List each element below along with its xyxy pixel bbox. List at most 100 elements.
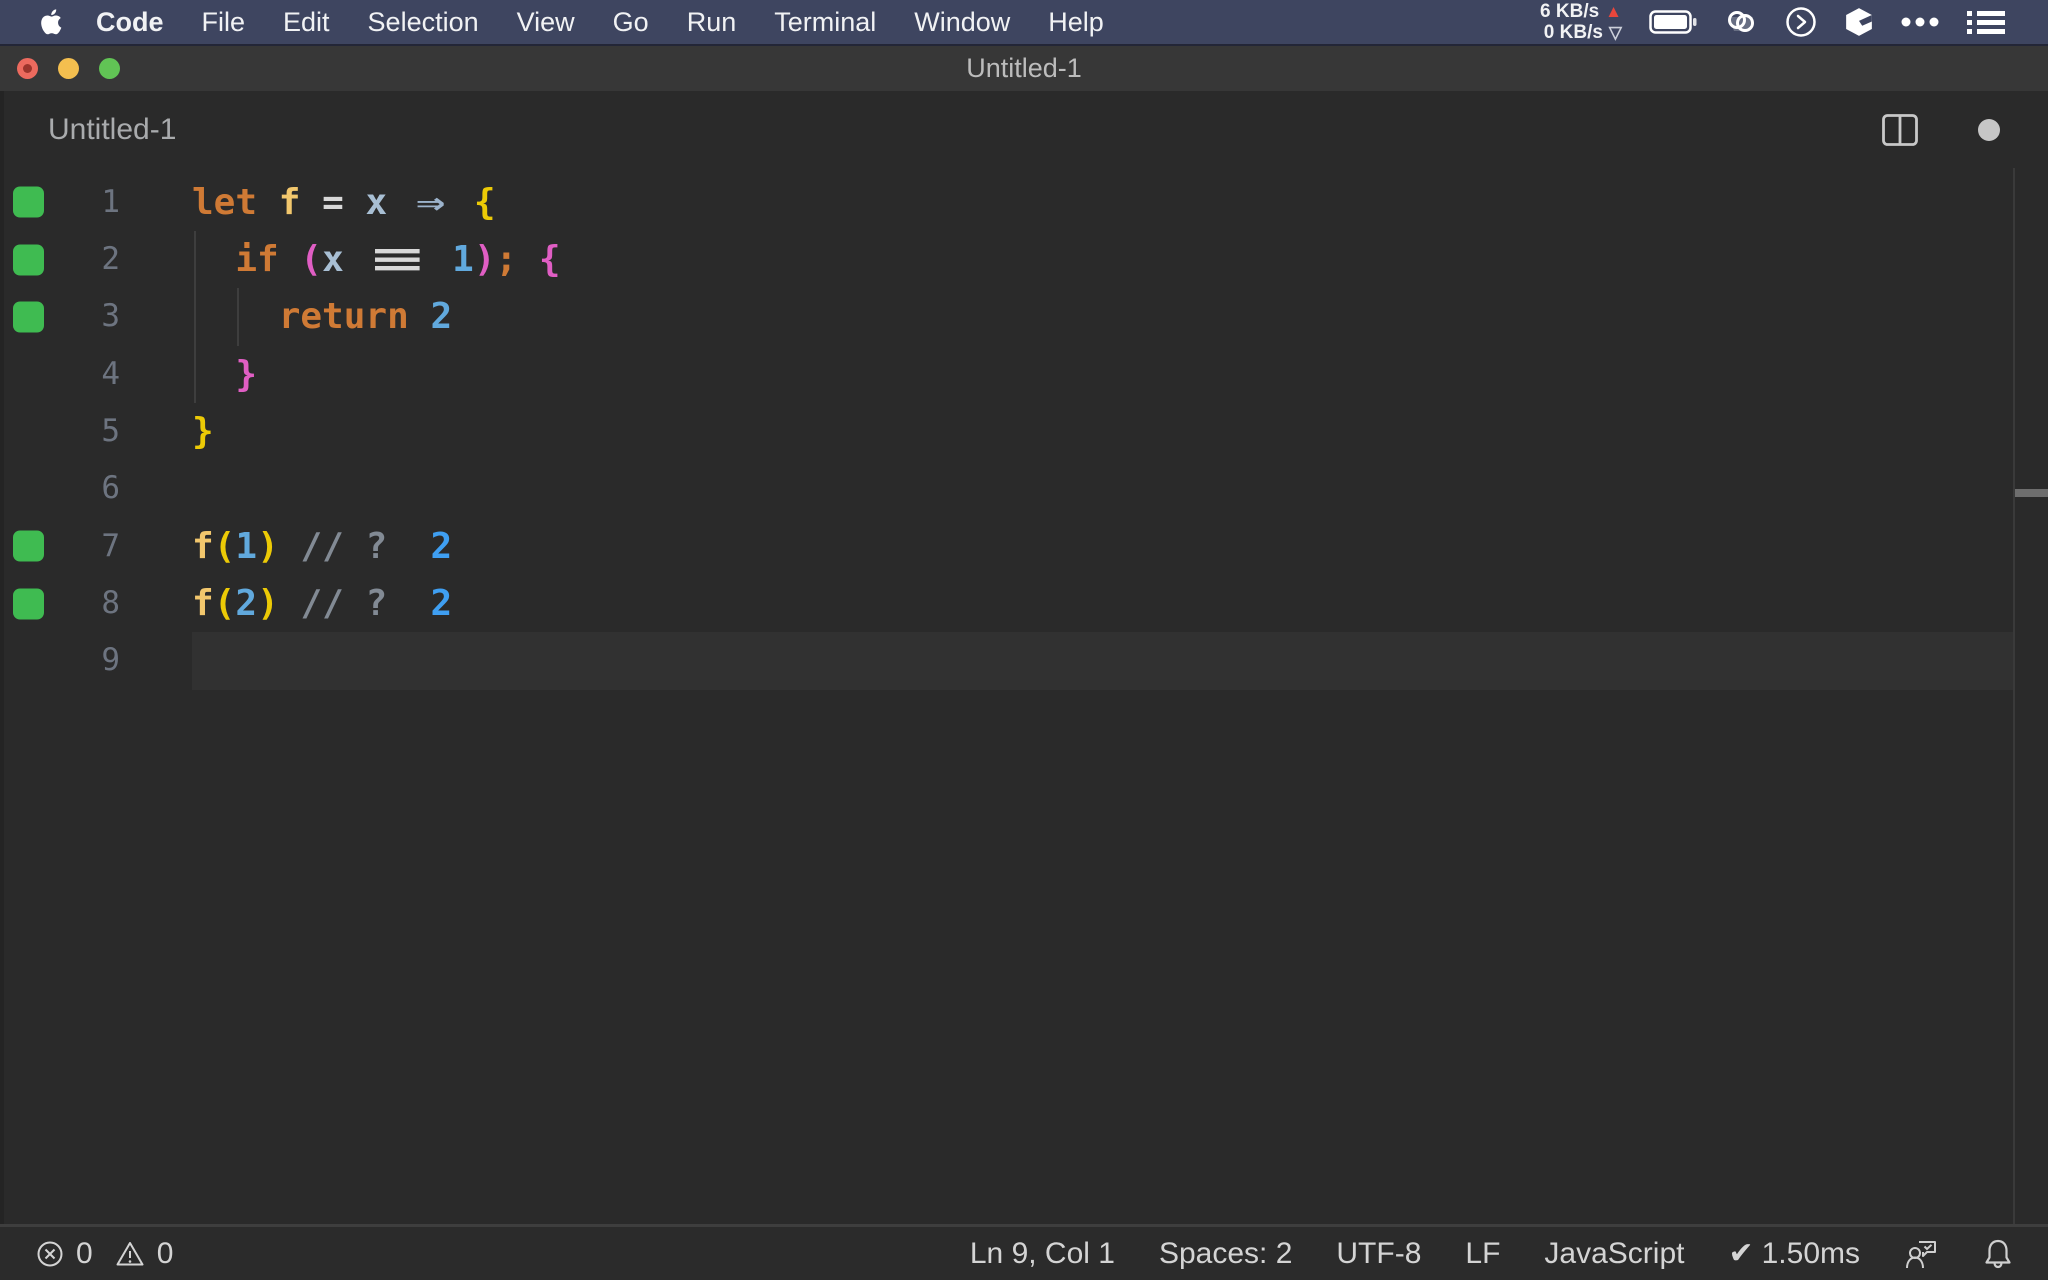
code-line-6[interactable]: 6	[0, 460, 2048, 517]
statusbar: 0 0 Ln 9, Col 1 Spaces: 2 UTF-8 LF JavaScrip…	[0, 1224, 2048, 1280]
menu-window[interactable]: Window	[895, 7, 1029, 38]
menu-go[interactable]: Go	[594, 7, 668, 38]
quokka-time: 1.50ms	[1761, 1236, 1860, 1270]
terminal-circle-icon[interactable]	[1785, 6, 1817, 38]
code-line-7[interactable]: 7 f(1) // ? 2	[0, 518, 2048, 575]
menu-code[interactable]: Code	[77, 7, 183, 38]
cube-icon[interactable]	[1844, 7, 1874, 37]
code-token: )	[257, 525, 279, 567]
network-down-arrow-icon: ▽	[1608, 23, 1622, 42]
statusbar-right: Ln 9, Col 1 Spaces: 2 UTF-8 LF JavaScript ✔ …	[970, 1236, 2048, 1271]
code-line-content: }	[192, 403, 214, 460]
code-token: 2	[235, 582, 258, 624]
overview-ruler-cursor-mark	[2015, 489, 2048, 497]
menu-terminal[interactable]: Terminal	[755, 7, 895, 38]
warning-count: 0	[156, 1236, 174, 1270]
network-down-value: 0 KB/s	[1543, 22, 1603, 43]
code-token: 2	[430, 582, 453, 624]
menu-edit[interactable]: Edit	[264, 7, 349, 38]
code-token: )	[473, 238, 496, 280]
line-number: 4	[101, 355, 120, 392]
feedback-icon[interactable]	[1904, 1238, 1938, 1270]
menubar-status-area: 6 KB/s ▲ 0 KB/s ▽	[1540, 1, 2048, 43]
code-token: ⇒	[415, 181, 446, 223]
code-line-5[interactable]: 5}	[0, 403, 2048, 460]
network-up-value: 6 KB/s	[1540, 1, 1600, 22]
code-editor[interactable]: 1 let f = x ⇒ {2 if (x ≡ 1); {3 return 24…	[0, 168, 2048, 1225]
code-token: )	[257, 582, 279, 624]
error-icon	[37, 1241, 63, 1266]
line-number: 6	[101, 470, 120, 507]
network-speed[interactable]: 6 KB/s ▲ 0 KB/s ▽	[1540, 1, 1622, 43]
menu-file[interactable]: File	[183, 7, 265, 38]
code-line-4[interactable]: 4 }	[0, 346, 2048, 403]
status-language-mode[interactable]: JavaScript	[1544, 1237, 1684, 1271]
code-line-1[interactable]: 1 let f = x ⇒ {	[0, 174, 2048, 231]
code-line-2[interactable]: 2 if (x ≡ 1); {	[0, 231, 2048, 288]
titlebar[interactable]: Untitled-1	[0, 46, 2048, 91]
network-up-arrow-icon: ▲	[1605, 2, 1622, 21]
code-token: //	[300, 582, 344, 624]
code-token: //	[300, 525, 344, 567]
unsaved-changes-dot[interactable]	[1978, 118, 2000, 141]
list-icon[interactable]	[1966, 8, 2006, 36]
code-token: ;	[495, 238, 518, 280]
linked-rings-icon[interactable]	[1724, 7, 1758, 37]
code-token: }	[235, 353, 258, 395]
code-line-content: let f = x ⇒ {	[192, 174, 496, 231]
code-line-8[interactable]: 8 f(2) // ? 2	[0, 575, 2048, 632]
code-token: x	[365, 181, 388, 223]
problems-status[interactable]: 0 0	[0, 1237, 183, 1271]
line-number: 5	[101, 412, 120, 449]
menu-run[interactable]: Run	[668, 7, 756, 38]
overview-ruler	[2013, 168, 2015, 1225]
line-number: 7	[101, 527, 120, 564]
code-token: return	[278, 296, 409, 338]
warning-icon	[116, 1241, 144, 1265]
code-token: 2	[430, 525, 453, 567]
code-token: 2	[430, 296, 453, 338]
editor-header: Untitled-1	[0, 91, 2048, 168]
code-token: {	[538, 238, 561, 280]
code-line-3[interactable]: 3 return 2	[0, 288, 2048, 345]
status-indentation[interactable]: Spaces: 2	[1159, 1237, 1292, 1271]
menubar-menus: Code File Edit Selection View Go Run Terminal Wi…	[0, 7, 1123, 38]
code-line-content: f(1) // ? 2	[192, 518, 452, 575]
code-token: ?	[365, 582, 388, 624]
window-title: Untitled-1	[966, 53, 1082, 83]
menu-view[interactable]: View	[498, 7, 594, 38]
status-eol[interactable]: LF	[1465, 1237, 1500, 1271]
code-token: {	[473, 181, 496, 223]
line-number: 1	[101, 183, 120, 220]
menubar: Code File Edit Selection View Go Run Terminal Wi…	[0, 0, 2048, 46]
code-token: let	[192, 181, 258, 223]
status-cursor-position[interactable]: Ln 9, Col 1	[970, 1237, 1115, 1271]
menu-help[interactable]: Help	[1029, 7, 1123, 38]
code-line-9[interactable]: 9	[0, 632, 2048, 689]
code-token: f	[278, 181, 301, 223]
split-editor-icon[interactable]	[1882, 113, 1918, 146]
status-encoding[interactable]: UTF-8	[1336, 1237, 1421, 1271]
ellipsis-icon[interactable]	[1901, 17, 1939, 27]
quokka-status[interactable]: ✔ 1.50ms	[1728, 1236, 1860, 1271]
apple-menu[interactable]	[38, 7, 63, 37]
battery-icon[interactable]	[1649, 10, 1697, 34]
line-number: 9	[101, 642, 120, 679]
menu-selection[interactable]: Selection	[349, 7, 498, 38]
code-token: if	[235, 238, 279, 280]
code-line-content: if (x ≡ 1); {	[192, 231, 561, 288]
editor-tab-title[interactable]: Untitled-1	[48, 91, 176, 168]
bell-icon[interactable]	[1982, 1237, 2014, 1271]
line-number: 8	[101, 584, 120, 621]
